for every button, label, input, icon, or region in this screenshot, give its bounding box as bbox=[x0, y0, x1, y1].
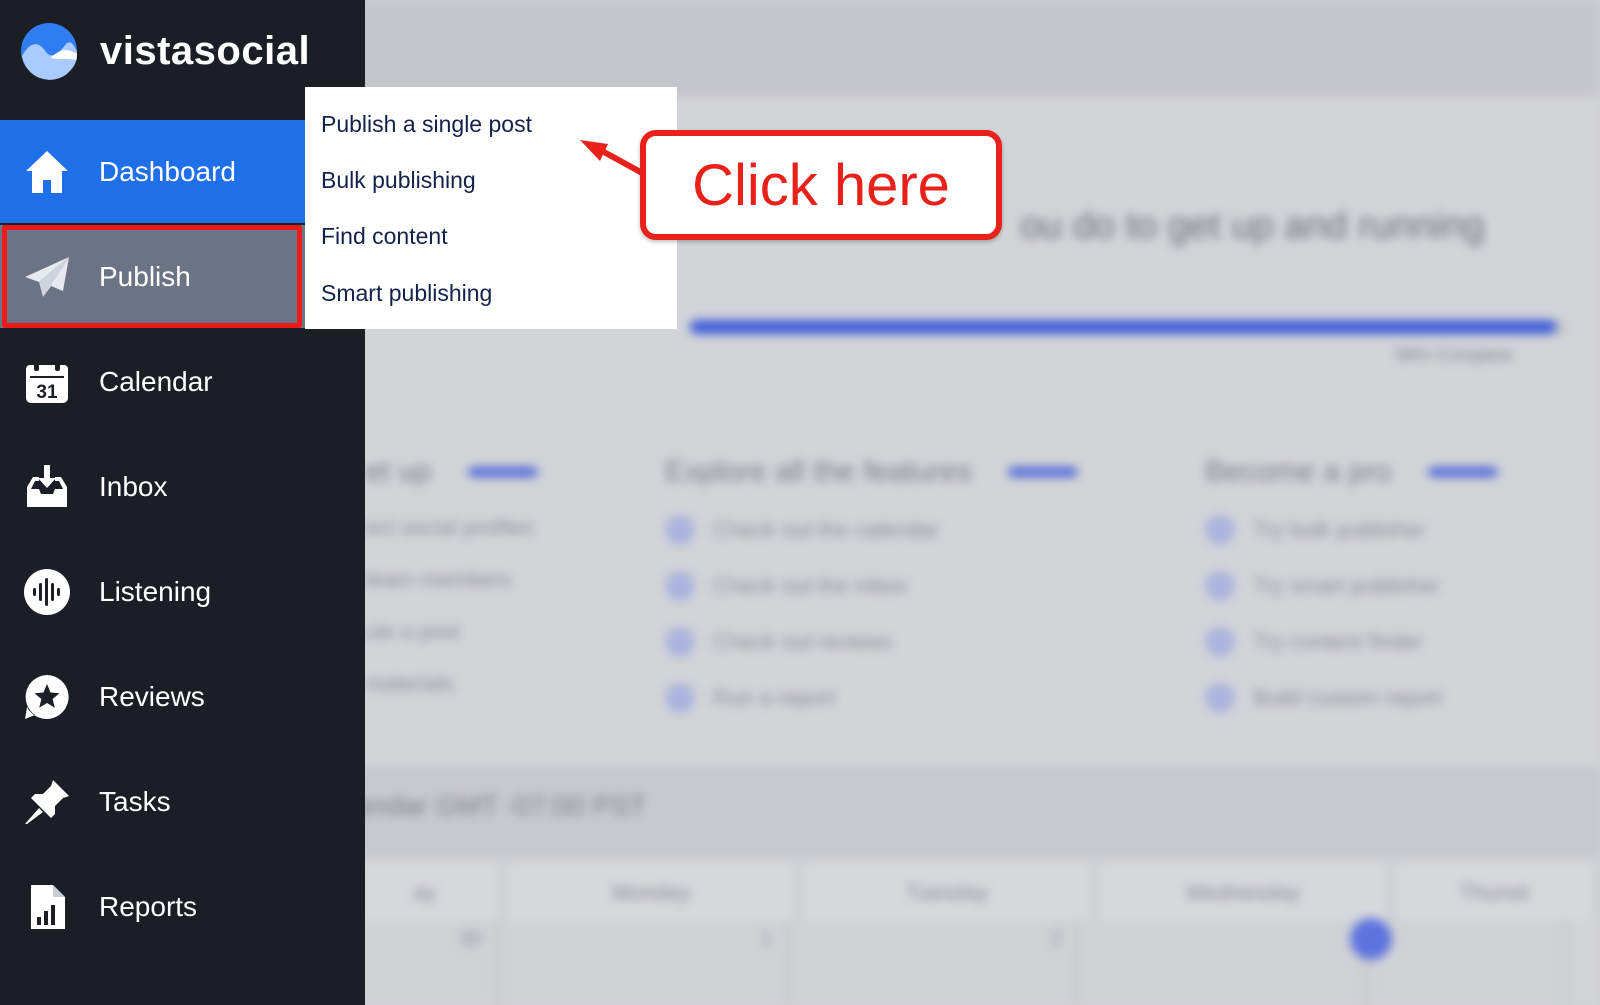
checklist-column-pro: Become a pro Try bulk publisher Try smar… bbox=[1205, 455, 1498, 713]
sidebar-item-label: Listening bbox=[99, 575, 212, 607]
onboarding-progress-bar bbox=[690, 320, 1565, 334]
checklist-item[interactable]: Try content finder bbox=[1205, 627, 1498, 657]
sidebar-item-dashboard[interactable]: Dashboard bbox=[0, 120, 305, 223]
svg-text:31: 31 bbox=[36, 382, 58, 403]
sidebar-item-reports[interactable]: Reports bbox=[0, 855, 305, 958]
check-circle-icon bbox=[665, 515, 695, 545]
home-icon bbox=[22, 147, 72, 197]
inbox-icon bbox=[22, 462, 72, 512]
sidebar-item-label: Reports bbox=[99, 890, 198, 922]
sound-wave-icon bbox=[22, 567, 72, 617]
sidebar-item-calendar[interactable]: 31 Calendar bbox=[0, 330, 305, 433]
calendar-cell[interactable] bbox=[1370, 920, 1570, 1005]
check-circle-icon bbox=[665, 571, 695, 601]
checklist-item[interactable]: team members bbox=[365, 567, 538, 593]
pointer-arrow-icon bbox=[578, 138, 650, 180]
sidebar-item-label: Tasks bbox=[99, 785, 171, 817]
star-badge-icon bbox=[22, 672, 72, 722]
menu-item-smart-publishing[interactable]: Smart publishing bbox=[321, 280, 492, 307]
progress-label: 99% Complete bbox=[1395, 345, 1514, 365]
column-title: Become a pro bbox=[1205, 455, 1392, 488]
callout-text: Click here bbox=[692, 152, 950, 218]
checklist-item[interactable]: Check out the inbox bbox=[665, 571, 1078, 601]
click-here-callout: Click here bbox=[640, 130, 1002, 240]
column-title: et up bbox=[365, 455, 432, 488]
checklist-item[interactable]: Check out reviews bbox=[665, 627, 1078, 657]
checklist-item[interactable]: ule a post bbox=[365, 619, 538, 645]
column-progress bbox=[1007, 467, 1078, 477]
calendar-cell[interactable] bbox=[1080, 920, 1370, 1005]
menu-item-find-content[interactable]: Find content bbox=[321, 223, 448, 250]
calendar-day: Tuesday bbox=[802, 865, 1098, 920]
checklist-item[interactable]: Check out the calendar bbox=[665, 515, 1078, 545]
sidebar-item-tasks[interactable]: Tasks bbox=[0, 750, 305, 853]
column-progress bbox=[467, 467, 538, 477]
calendar-cell[interactable]: 1 bbox=[500, 920, 790, 1005]
checklist-item[interactable]: Try bulk publisher bbox=[1205, 515, 1498, 545]
column-progress bbox=[1427, 467, 1498, 477]
avatar bbox=[1350, 918, 1392, 960]
calendar-day: Thursd bbox=[1394, 865, 1600, 920]
column-title: Explore all the features bbox=[665, 455, 972, 488]
calendar-cell[interactable]: 2 bbox=[790, 920, 1080, 1005]
calendar-day: Monday bbox=[506, 865, 802, 920]
check-circle-icon bbox=[665, 683, 695, 713]
calendar-day-headers: ay Monday Tuesday Wednesday Thursd bbox=[350, 865, 1600, 920]
checklist-column-features: Explore all the features Check out the c… bbox=[665, 455, 1078, 713]
calendar-title: lendar GMT -07:00 PST bbox=[350, 790, 647, 821]
brand-name: vistasocial bbox=[100, 28, 311, 73]
progress-fill bbox=[690, 320, 1557, 334]
onboarding-heading: ou do to get up and running bbox=[1020, 205, 1485, 247]
calendar-day: Wednesday bbox=[1098, 865, 1394, 920]
checklist-item[interactable]: Build custom report bbox=[1205, 683, 1498, 713]
check-circle-icon bbox=[665, 627, 695, 657]
publish-highlight-box bbox=[2, 225, 302, 328]
sidebar-item-label: Calendar bbox=[99, 365, 213, 397]
pushpin-icon bbox=[22, 777, 72, 827]
sidebar-item-reviews[interactable]: Reviews bbox=[0, 645, 305, 748]
checklist-item[interactable]: ect social profiles bbox=[365, 515, 538, 541]
wave-logo-icon bbox=[21, 23, 77, 80]
report-chart-icon bbox=[22, 882, 72, 932]
check-circle-icon bbox=[1205, 683, 1235, 713]
check-circle-icon bbox=[1205, 515, 1235, 545]
sidebar-item-listening[interactable]: Listening bbox=[0, 540, 305, 643]
calendar-icon: 31 bbox=[22, 357, 72, 407]
sidebar-item-inbox[interactable]: Inbox bbox=[0, 435, 305, 538]
check-circle-icon bbox=[1205, 571, 1235, 601]
checklist-item[interactable]: Run a report bbox=[665, 683, 1078, 713]
sidebar-item-label: Reviews bbox=[99, 680, 205, 712]
publish-submenu: Publish a single post Bulk publishing Fi… bbox=[305, 87, 677, 329]
checklist-column-setup: et up ect social profiles team members u… bbox=[365, 455, 538, 697]
menu-item-publish-single-post[interactable]: Publish a single post bbox=[321, 111, 532, 138]
brand-logo[interactable]: vistasocial bbox=[20, 22, 310, 80]
sidebar-item-label: Dashboard bbox=[99, 155, 236, 187]
checklist-item[interactable]: Try smart publisher bbox=[1205, 571, 1498, 601]
calendar-day: ay bbox=[350, 865, 506, 920]
check-circle-icon bbox=[1205, 627, 1235, 657]
checklist-item[interactable]: materials bbox=[365, 671, 538, 697]
sidebar-item-label: Inbox bbox=[99, 470, 168, 502]
menu-item-bulk-publishing[interactable]: Bulk publishing bbox=[321, 167, 476, 194]
calendar-cell[interactable]: 30 bbox=[350, 920, 500, 1005]
